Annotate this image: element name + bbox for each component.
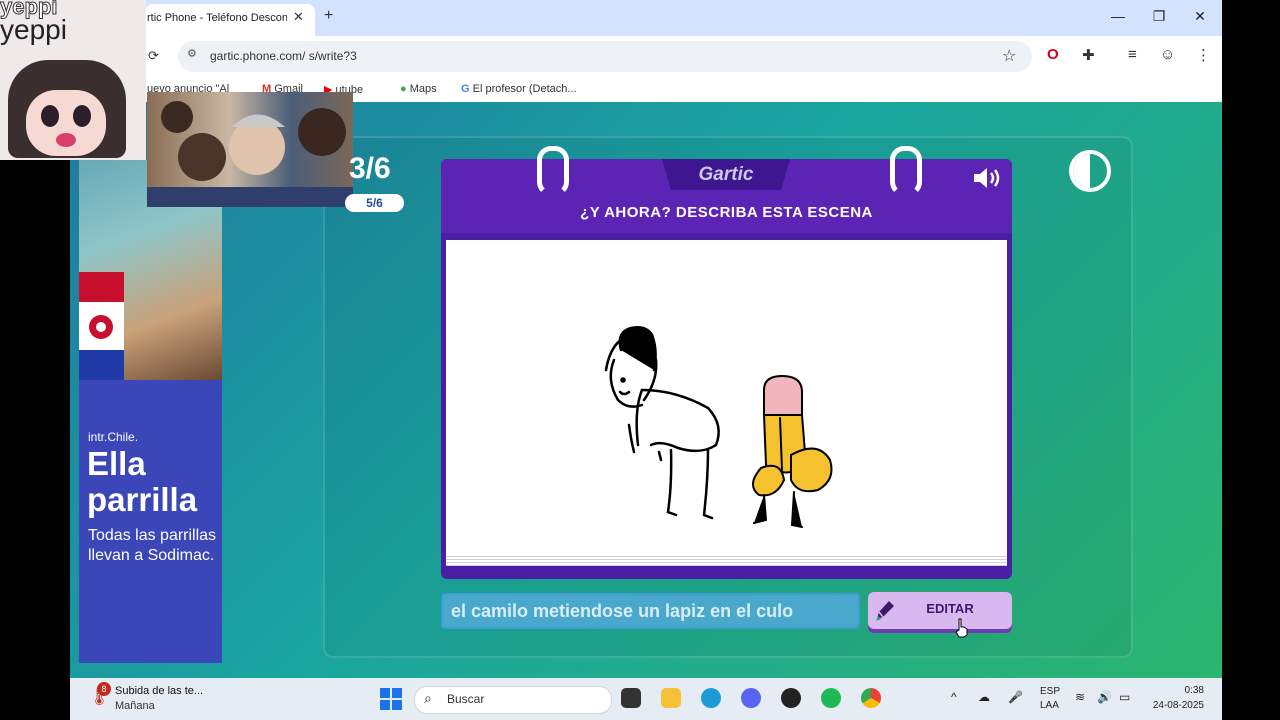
file-explorer-icon[interactable] [661,688,681,708]
keyboard-layout-indicator[interactable]: LAA [1040,700,1059,711]
chrome-icon[interactable] [861,688,881,708]
language-indicator[interactable]: ESP [1040,686,1060,697]
restore-button[interactable]: ❐ [1144,8,1174,25]
onedrive-icon[interactable]: ☁ [978,690,990,704]
obs-icon[interactable] [781,688,801,708]
ad-brand: intr.Chile. [88,430,139,444]
opera-extension-icon[interactable]: O [1047,46,1059,63]
url-text[interactable]: gartic.phone.com/ s/write?3 [210,49,357,63]
bookmark-maps[interactable]: ● Maps [400,83,437,95]
taskbar-search-label: Buscar [447,692,485,706]
contrast-toggle-icon[interactable] [1068,149,1112,193]
ad-flag-logo [79,272,124,380]
spotify-icon[interactable] [821,688,841,708]
edit-button-label: EDITAR [926,601,974,616]
extensions-icon[interactable]: ✚ [1082,46,1095,64]
new-tab-button[interactable]: + [324,7,333,25]
gartic-logo: Gartic [698,164,754,185]
tab-close-icon[interactable]: ✕ [293,9,304,25]
microphone-icon[interactable]: 🎤 [1008,690,1023,704]
prompt-title: ¿Y AHORA? DESCRIBA ESTA ESCENA [580,204,873,221]
maps-pin-icon: ● [400,83,407,95]
drawing-canvas [446,240,1007,554]
volume-icon[interactable]: 🔊 [1097,690,1112,704]
bookmark-profesor[interactable]: G El profesor (Detach... [461,83,577,95]
weather-widget-title[interactable]: Subida de las te... [115,685,203,697]
menu-icon[interactable]: ⋮ [1196,46,1211,64]
tray-chevron-icon[interactable]: ^ [951,690,957,704]
drawing-pencil-character [752,374,833,528]
clock-time[interactable]: 0:38 [1150,685,1204,696]
clock-date[interactable]: 24-08-2025 [1146,700,1204,711]
card-page-edges [446,554,1007,566]
profile-icon[interactable]: ☺ [1160,46,1175,63]
tab-title[interactable]: rtic Phone - Teléfono Descon [147,12,287,24]
media-control-icon[interactable]: ≡ [1128,46,1137,63]
windows-start-icon[interactable] [380,688,402,715]
anime-girl-face [26,90,106,156]
minimize-button[interactable]: — [1103,8,1133,24]
task-view-icon[interactable] [621,688,641,708]
binder-ring-right [890,146,922,196]
binder-ring-left [537,146,569,196]
weather-widget-subtitle[interactable]: Mañana [115,700,155,712]
battery-icon[interactable]: ▭ [1119,690,1130,704]
windows-taskbar [70,678,1222,720]
pencil-icon [874,598,896,627]
ad-title: Ella parrilla [87,445,198,518]
site-info-icon[interactable]: ⚙ [187,47,197,60]
round-counter-small: 5/6 [366,196,383,210]
close-window-button[interactable]: ✕ [1185,8,1215,25]
meme-reaction-image [147,92,353,207]
bookmark-star-icon[interactable]: ☆ [1002,46,1016,66]
google-icon: G [461,83,470,95]
reload-icon[interactable]: ⟳ [148,48,159,64]
edge-icon[interactable] [701,688,721,708]
drawing-girl-figure [604,326,720,520]
wifi-icon[interactable]: ≋ [1075,690,1085,704]
discord-icon[interactable] [741,688,761,708]
speaker-icon[interactable] [972,166,1004,195]
round-counter: 3/6 [349,152,391,185]
yeppi-text: yeppi [0,14,67,45]
hand-cursor-icon [954,618,970,643]
search-icon: ⌕ [424,690,432,706]
ad-body: Todas las parrillas llevan a Sodimac. [88,527,217,564]
answer-input[interactable] [441,593,860,629]
notification-badge: 8 [97,682,111,696]
taskbar-search-box[interactable] [414,686,612,714]
